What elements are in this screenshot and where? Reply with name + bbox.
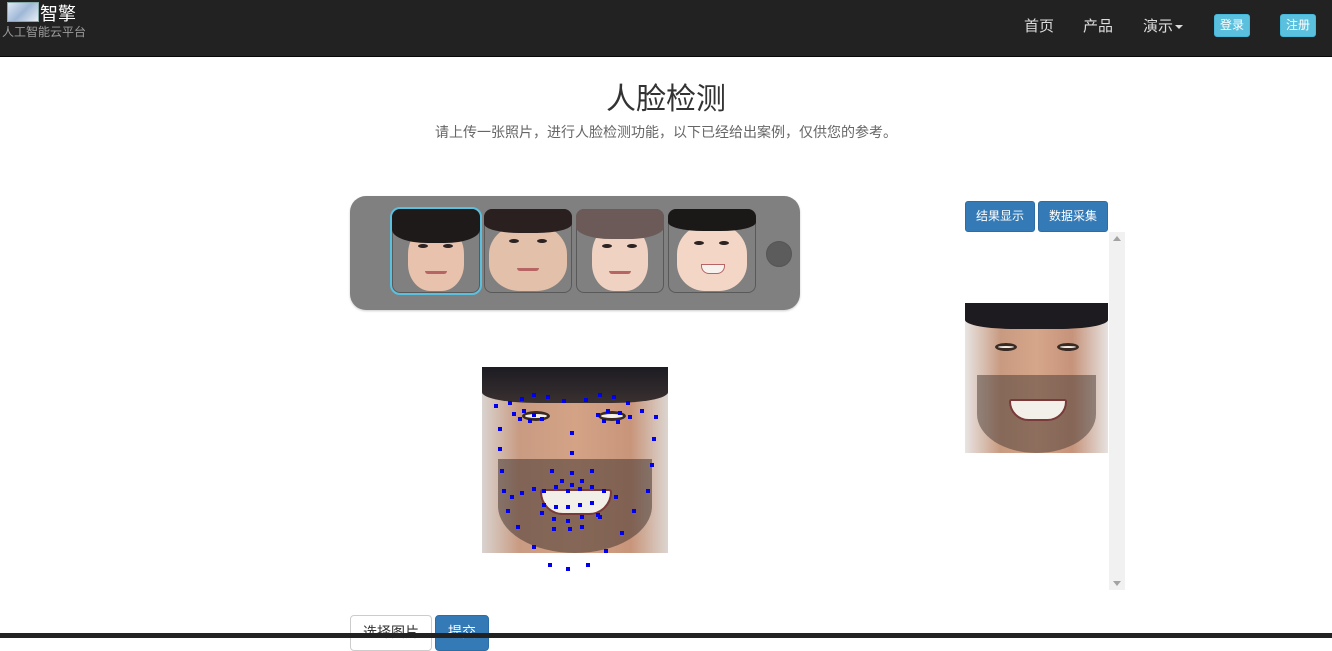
landmark-point <box>654 415 658 419</box>
landmark-point <box>602 489 606 493</box>
login-button[interactable]: 登录 <box>1214 14 1251 37</box>
scroll-up-icon[interactable] <box>1113 236 1121 241</box>
landmark-point <box>498 427 502 431</box>
landmark-point <box>540 511 544 515</box>
result-face-image <box>965 303 1108 453</box>
page-title: 人脸检测 <box>606 82 726 117</box>
nav-demo[interactable]: 演示 <box>1143 15 1184 36</box>
landmark-point <box>590 469 594 473</box>
landmark-point <box>512 412 516 416</box>
brand-logo[interactable] <box>7 2 39 22</box>
brand-subtitle: 人工智能云平台 <box>2 25 87 39</box>
landmark-point <box>518 417 522 421</box>
landmark-point <box>542 489 546 493</box>
landmark-point <box>606 409 610 413</box>
landmark-point <box>546 395 550 399</box>
sample-thumb-3[interactable] <box>576 209 664 293</box>
landmark-point <box>542 503 546 507</box>
landmark-point <box>650 463 654 467</box>
landmark-point <box>570 451 574 455</box>
nav-products[interactable]: 产品 <box>1083 15 1113 36</box>
landmark-point <box>586 563 590 567</box>
caret-down-icon <box>1175 24 1184 29</box>
result-scrollbar[interactable] <box>1109 232 1125 590</box>
landmark-point <box>570 431 574 435</box>
landmark-point <box>578 503 582 507</box>
landmark-point <box>532 487 536 491</box>
detected-face-image <box>482 367 668 571</box>
landmark-point <box>532 413 536 417</box>
landmark-point <box>590 485 594 489</box>
scroll-down-icon[interactable] <box>1113 581 1121 586</box>
sample-thumb-4[interactable] <box>668 209 756 293</box>
landmark-point <box>522 409 526 413</box>
landmark-point <box>614 495 618 499</box>
landmark-point <box>552 517 556 521</box>
landmark-point <box>598 393 602 397</box>
landmark-point <box>532 393 536 397</box>
landmark-point <box>652 437 656 441</box>
landmark-point <box>500 469 504 473</box>
landmark-point <box>502 489 506 493</box>
landmark-point <box>560 479 564 483</box>
carousel-next-icon[interactable] <box>766 241 792 267</box>
landmark-point <box>640 409 644 413</box>
landmark-point <box>516 525 520 529</box>
landmark-point <box>646 489 650 493</box>
landmark-point <box>554 485 558 489</box>
landmark-point <box>562 399 566 403</box>
landmark-point <box>548 563 552 567</box>
landmark-point <box>632 509 636 513</box>
nav-demo-label: 演示 <box>1143 17 1174 35</box>
landmark-point <box>620 531 624 535</box>
landmark-point <box>566 519 570 523</box>
landmark-point <box>616 420 620 424</box>
landmark-point <box>550 469 554 473</box>
landmark-point <box>506 509 510 513</box>
navbar: 智擎 人工智能云平台 首页 产品 演示 登录 注册 <box>0 0 1332 57</box>
bottom-bar <box>0 633 1332 638</box>
landmark-point <box>494 404 498 408</box>
landmark-point <box>528 419 532 423</box>
result-panel <box>965 232 1125 590</box>
landmark-point <box>510 495 514 499</box>
landmark-point <box>590 501 594 505</box>
landmark-point <box>532 545 536 549</box>
sample-thumb-1[interactable] <box>390 207 482 295</box>
landmark-point <box>566 489 570 493</box>
landmark-point <box>602 419 606 423</box>
landmark-point <box>508 401 512 405</box>
landmark-point <box>540 417 544 421</box>
landmark-point <box>604 549 608 553</box>
landmark-point <box>520 397 524 401</box>
result-display-button[interactable]: 结果显示 <box>965 201 1036 232</box>
landmark-point <box>580 525 584 529</box>
landmark-point <box>552 527 556 531</box>
landmark-point <box>596 413 600 417</box>
sample-carousel <box>350 196 800 310</box>
landmark-point <box>566 505 570 509</box>
landmark-point <box>580 479 584 483</box>
landmark-point <box>580 515 584 519</box>
landmark-point <box>578 487 582 491</box>
landmark-point <box>612 395 616 399</box>
landmark-point <box>566 567 570 571</box>
landmark-point <box>498 447 502 451</box>
landmark-point <box>626 401 630 405</box>
nav-home[interactable]: 首页 <box>1024 15 1054 36</box>
data-collect-button[interactable]: 数据采集 <box>1038 201 1109 232</box>
landmark-point <box>598 515 602 519</box>
register-button[interactable]: 注册 <box>1280 14 1317 37</box>
landmark-point <box>520 491 524 495</box>
landmark-point <box>584 398 588 402</box>
landmark-point <box>554 505 558 509</box>
sample-thumb-2[interactable] <box>484 209 572 293</box>
landmark-point <box>570 471 574 475</box>
landmark-point <box>568 527 572 531</box>
landmark-point <box>570 483 574 487</box>
landmark-point <box>618 411 622 415</box>
page-subtitle: 请上传一张照片，进行人脸检测功能，以下已经给出案例，仅供您的参考。 <box>435 125 897 141</box>
landmark-point <box>628 415 632 419</box>
